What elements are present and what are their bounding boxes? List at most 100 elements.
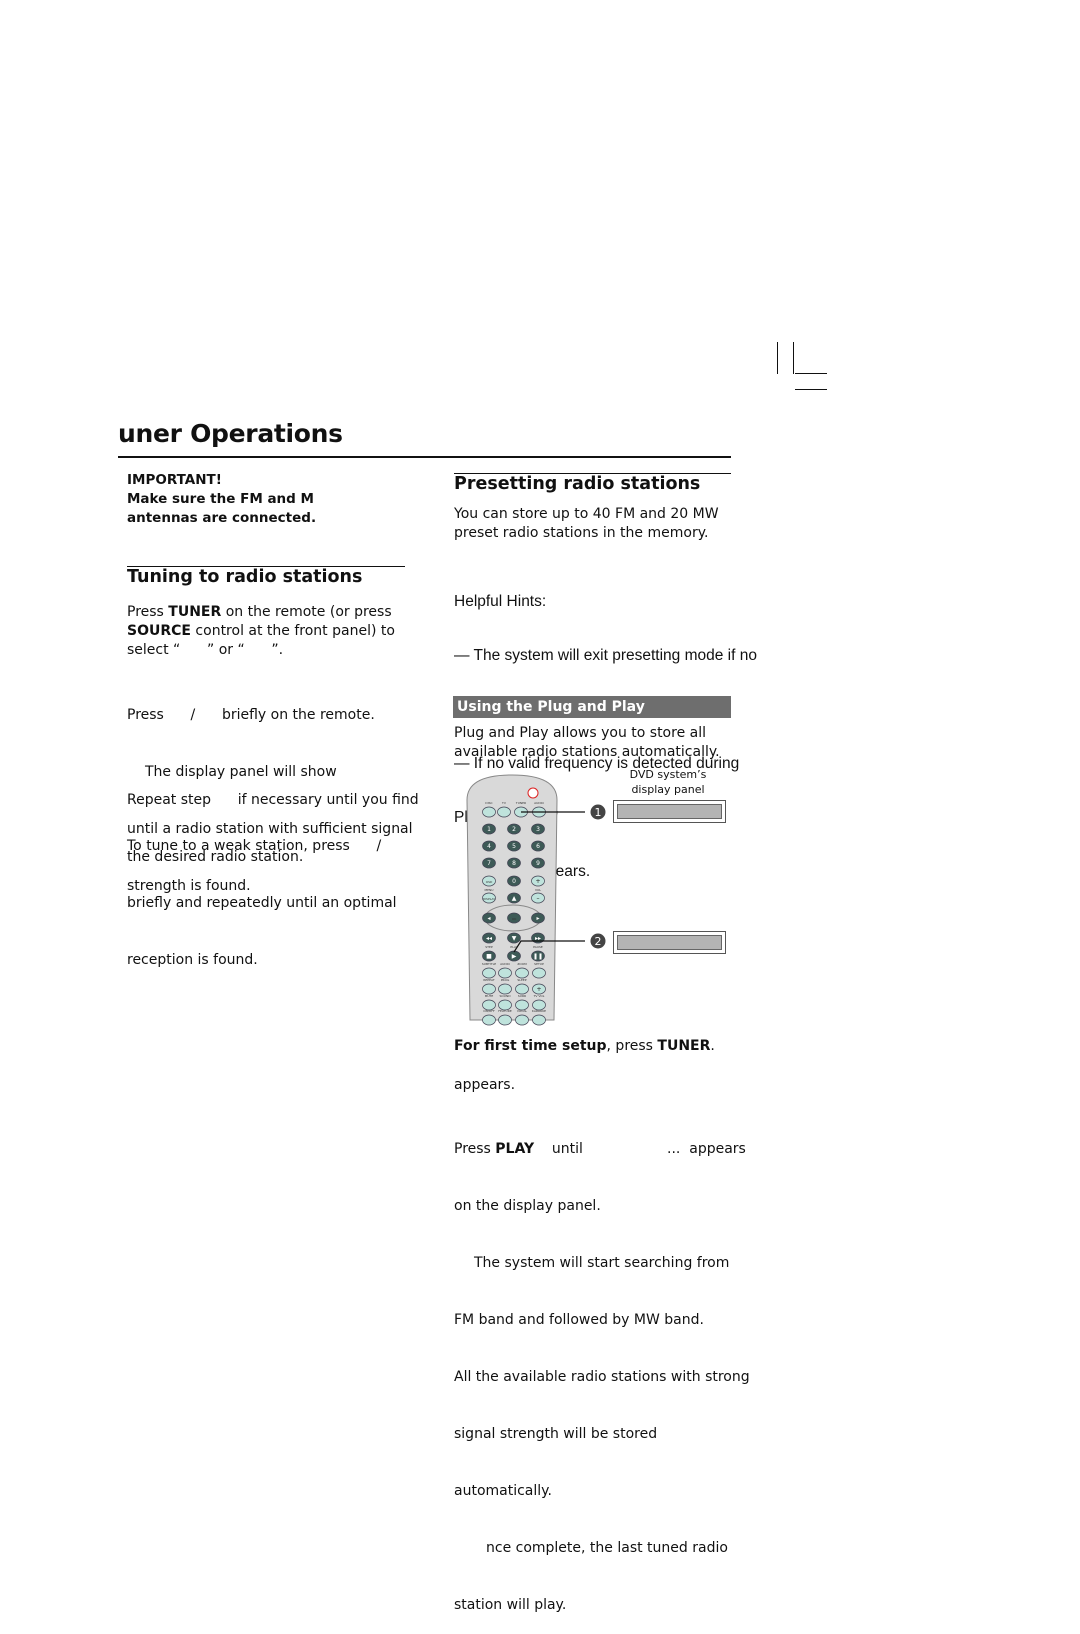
step-marker-label: 2 bbox=[595, 935, 602, 948]
remote-label: OSD bbox=[486, 880, 493, 884]
remote-button-label: ▸ bbox=[536, 915, 539, 922]
source-key: SOURCE bbox=[127, 623, 191, 639]
text: briefly and repeatedly until an optimal bbox=[127, 895, 397, 911]
remote-button bbox=[482, 983, 496, 995]
remote-button-label: + bbox=[535, 878, 540, 885]
text: automatically. bbox=[454, 1483, 552, 1499]
tuning-step-1: Press TUNER on the remote (or press SOUR… bbox=[127, 603, 417, 660]
plug-and-play-bar: Using the Plug and Play bbox=[453, 696, 731, 718]
remote-button-label: ■ bbox=[486, 953, 492, 960]
remote-label: DISC bbox=[485, 801, 492, 805]
remote-button-label: 2 bbox=[512, 826, 516, 833]
tuner-key: TUNER bbox=[168, 604, 222, 620]
text: . bbox=[710, 1038, 715, 1054]
text: reception is found. bbox=[127, 952, 258, 968]
crop-mark bbox=[793, 342, 794, 374]
text: signal strength will be stored bbox=[454, 1426, 658, 1442]
text: The system will start searching from bbox=[474, 1255, 730, 1271]
remote-label: AUDIO bbox=[500, 962, 510, 966]
text: ... appears bbox=[667, 1141, 746, 1157]
text: control at the front panel) to bbox=[190, 623, 395, 639]
text: You can store up to 40 FM and 20 MW bbox=[454, 506, 719, 522]
remote-button bbox=[515, 983, 529, 995]
remote-button-label: ▼ bbox=[512, 935, 517, 942]
remote-label: ON/OFF bbox=[483, 1009, 495, 1013]
text: available radio stations automatically. bbox=[454, 744, 720, 760]
remote-label: AUDIO bbox=[534, 801, 544, 805]
crop-mark bbox=[795, 389, 827, 390]
page-title: uner Operations bbox=[118, 419, 343, 448]
text: on the remote (or press bbox=[221, 604, 392, 620]
text: Press / briefly on the remote. bbox=[127, 707, 375, 723]
remote-label: STEP bbox=[485, 945, 493, 949]
appears-text: appears. bbox=[454, 1077, 516, 1093]
remote-label: SLEEP bbox=[517, 978, 526, 982]
remote-button-label: 8 bbox=[512, 860, 516, 867]
tuning-step-4: To tune to a weak station, press / brief… bbox=[127, 799, 417, 989]
remote-button bbox=[482, 806, 496, 818]
text: on the display panel. bbox=[454, 1198, 601, 1214]
remote-button bbox=[515, 967, 529, 979]
text: Press bbox=[127, 604, 169, 620]
important-line: antennas are connected. bbox=[127, 510, 317, 526]
remote-label: PAUSE bbox=[533, 945, 543, 949]
remote-button-label: 9 bbox=[536, 860, 540, 867]
text: DVD system’s bbox=[629, 768, 707, 781]
remote-button bbox=[532, 1014, 546, 1026]
text: Plug and Play allows you to store all bbox=[454, 725, 706, 741]
press-play-step: Press PLAY until ... appears on the displ… bbox=[454, 1102, 750, 1634]
remote-label: VOL bbox=[535, 888, 541, 892]
text: , press bbox=[606, 1038, 658, 1054]
important-line: Make sure the FM and M bbox=[127, 491, 314, 507]
remote-button bbox=[482, 967, 496, 979]
remote-button bbox=[498, 967, 512, 979]
text: display panel bbox=[631, 783, 705, 796]
crop-mark bbox=[777, 342, 778, 374]
text: FM band and followed by MW band. bbox=[454, 1312, 704, 1328]
plug-and-play-intro: Plug and Play allows you to store all av… bbox=[454, 724, 720, 762]
remote-button bbox=[515, 1014, 529, 1026]
text: preset radio stations in the memory. bbox=[454, 525, 709, 541]
remote-label: VOCAL bbox=[517, 1009, 528, 1013]
remote-button-label: – bbox=[537, 895, 540, 902]
text: For first time setup bbox=[454, 1038, 607, 1054]
remote-button bbox=[482, 1014, 496, 1026]
remote-button bbox=[532, 967, 546, 979]
crop-mark bbox=[795, 373, 827, 374]
remote-label: SUBTITLE bbox=[482, 962, 496, 966]
remote-label: REPEAT bbox=[483, 978, 495, 982]
important-note: IMPORTANT! Make sure the FM and M antenn… bbox=[127, 471, 316, 528]
power-icon bbox=[527, 787, 539, 799]
step-marker-label: 1 bbox=[595, 806, 602, 819]
important-label: IMPORTANT! bbox=[127, 472, 222, 488]
presetting-intro: You can store up to 40 FM and 20 MW pres… bbox=[454, 505, 719, 543]
hints-title: Helpful Hints: bbox=[454, 593, 547, 610]
text: station will play. bbox=[454, 1597, 567, 1613]
remote-button-label: ❚❚ bbox=[533, 953, 543, 960]
remote-label: SETUP bbox=[534, 962, 544, 966]
remote-label: DISPLAY bbox=[483, 897, 495, 901]
remote-button-label: + bbox=[536, 986, 541, 993]
text: Press bbox=[454, 1141, 496, 1157]
remote-label: PROG bbox=[501, 978, 510, 982]
tuner-key: TUNER bbox=[657, 1038, 711, 1054]
remote-label: SURR bbox=[518, 994, 526, 998]
remote-button-label: 3 bbox=[536, 826, 540, 833]
remote-label: ZOOM bbox=[517, 962, 527, 966]
display-panel-2 bbox=[613, 931, 726, 954]
text: To tune to a weak station, press / bbox=[127, 838, 382, 854]
text: until bbox=[534, 1141, 583, 1157]
remote-control-illustration: DISC TV TUNER AUDIO1 2 34 5 67 8 9OSD 0 +MENU VOLDIS… bbox=[466, 774, 606, 1026]
remote-button bbox=[498, 983, 512, 995]
text: All the available radio stations with st… bbox=[454, 1369, 750, 1385]
remote-label: TUNER bbox=[515, 801, 526, 805]
remote-button-label: ◂◂ bbox=[486, 935, 492, 942]
remote-label: MENU bbox=[485, 888, 494, 892]
hint: — The system will exit presetting mode i… bbox=[454, 647, 757, 664]
remote-button-label: ▶ bbox=[512, 953, 517, 960]
display-caption: DVD system’s display panel bbox=[618, 767, 718, 797]
remote-button bbox=[497, 806, 511, 818]
remote-button-label: 6 bbox=[536, 843, 540, 850]
tuning-heading: Tuning to radio stations bbox=[127, 567, 363, 587]
display-panel-1 bbox=[613, 800, 726, 823]
